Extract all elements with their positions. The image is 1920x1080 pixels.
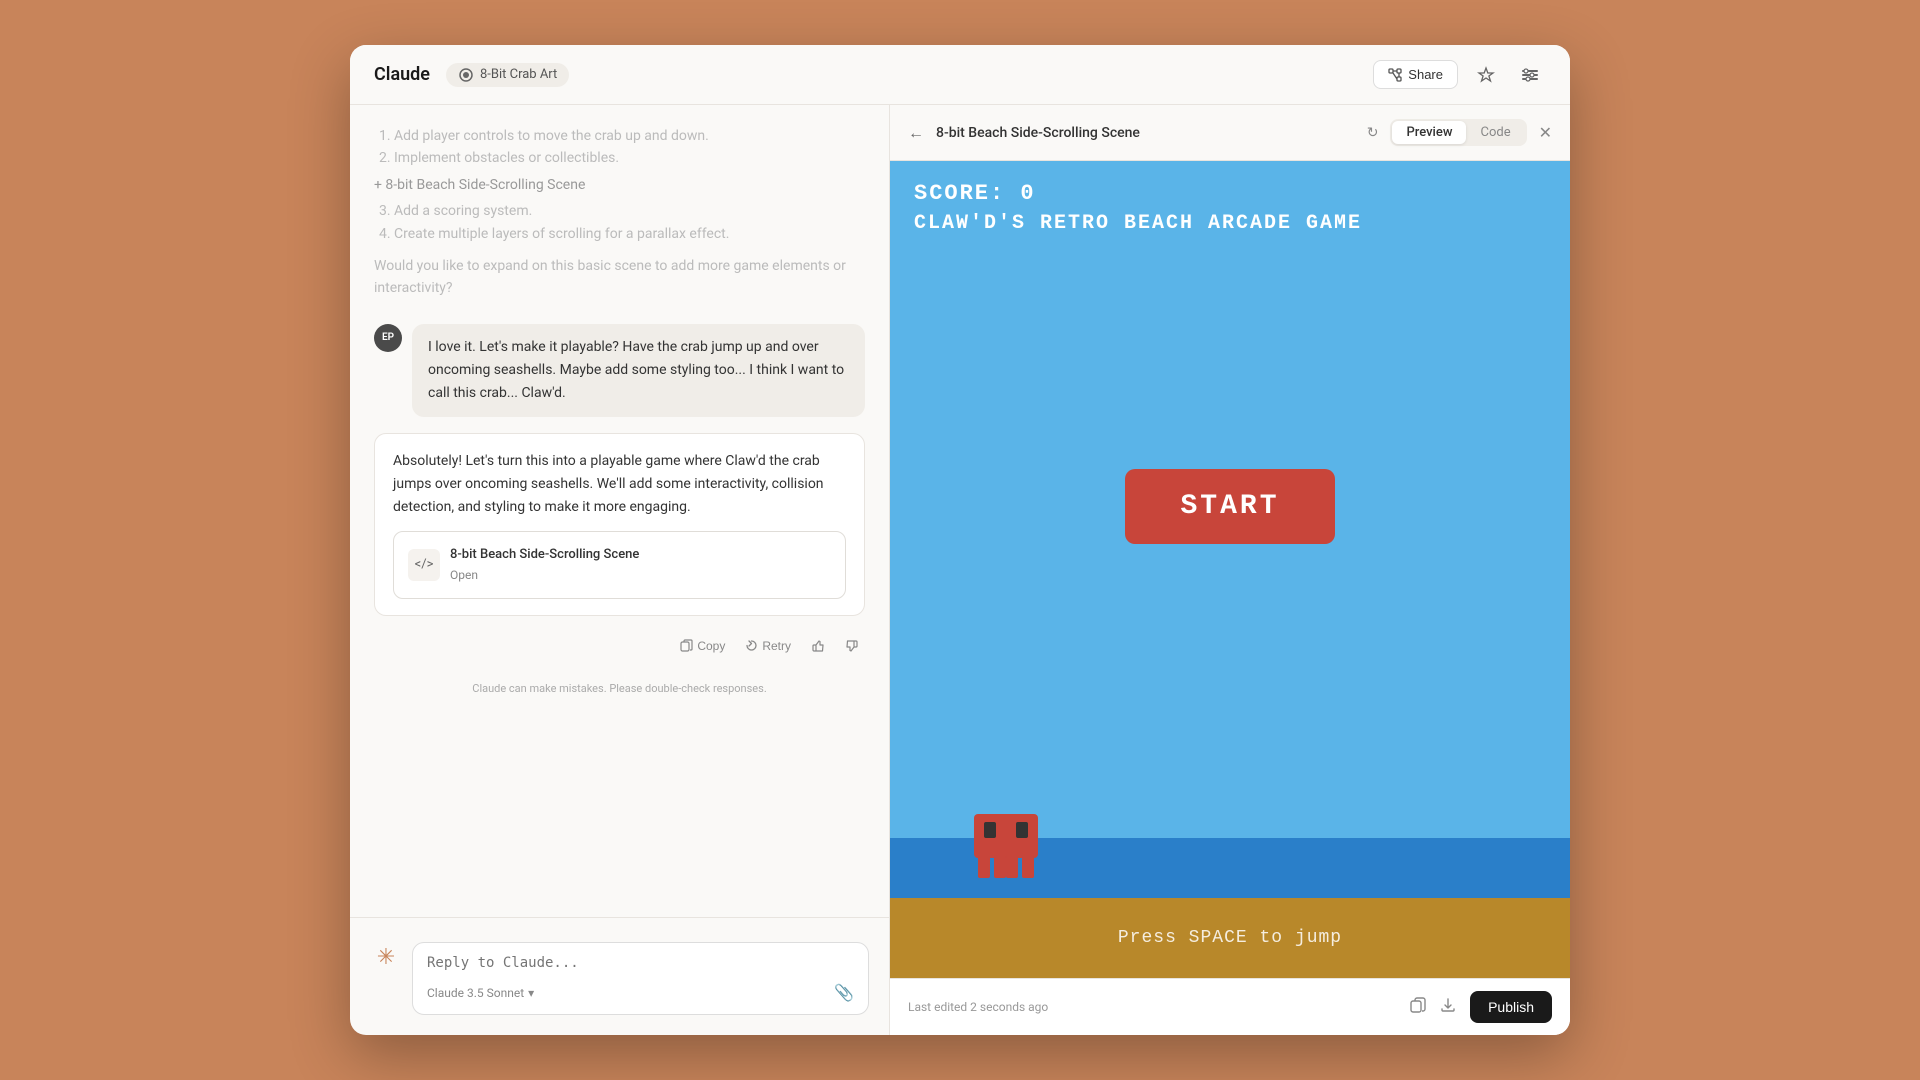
share-label: Share bbox=[1408, 67, 1443, 82]
main-content: Add player controls to move the crab up … bbox=[350, 105, 1570, 1035]
faded-message: Add player controls to move the crab up … bbox=[374, 125, 865, 308]
thumbs-up-icon bbox=[811, 639, 825, 653]
last-edited-text: Last edited 2 seconds ago bbox=[908, 1000, 1048, 1014]
copy-label: Copy bbox=[697, 639, 725, 653]
artifact-title: 8-bit Beach Side-Scrolling Scene bbox=[450, 544, 831, 565]
attach-icon[interactable]: 📎 bbox=[834, 983, 854, 1002]
back-button[interactable]: ← bbox=[908, 123, 924, 143]
star-icon bbox=[1477, 66, 1495, 84]
press-space-label: Press SPACE to jump bbox=[890, 928, 1570, 948]
project-badge[interactable]: 8-Bit Crab Art bbox=[446, 63, 569, 87]
start-game-button[interactable]: START bbox=[1125, 469, 1334, 544]
crab-leg-2 bbox=[994, 856, 1006, 878]
reply-input[interactable] bbox=[427, 955, 854, 971]
model-selector[interactable]: Claude 3.5 Sonnet ▾ bbox=[427, 986, 534, 1000]
thumbs-down-icon bbox=[845, 639, 859, 653]
preview-header: ← 8-bit Beach Side-Scrolling Scene ↻ Pre… bbox=[890, 105, 1570, 161]
crab-leg-4 bbox=[1006, 856, 1018, 878]
copy-artifact-icon bbox=[1410, 997, 1426, 1013]
chat-panel: Add player controls to move the crab up … bbox=[350, 105, 890, 1035]
header-right: Share bbox=[1373, 59, 1546, 91]
preview-title: 8-bit Beach Side-Scrolling Scene bbox=[936, 125, 1355, 141]
copy-button[interactable]: Copy bbox=[674, 636, 731, 656]
faded-highlight: + 8-bit Beach Side-Scrolling Scene bbox=[374, 174, 865, 196]
tab-preview[interactable]: Preview bbox=[1392, 121, 1466, 144]
user-message-bubble: I love it. Let's make it playable? Have … bbox=[412, 324, 865, 417]
download-button[interactable] bbox=[1440, 997, 1456, 1018]
message-actions: Copy Retry bbox=[374, 632, 865, 660]
crab-eye-right bbox=[1016, 822, 1028, 838]
publish-button[interactable]: Publish bbox=[1470, 991, 1552, 1023]
retry-label: Retry bbox=[762, 639, 791, 653]
header: Claude 8-Bit Crab Art bbox=[350, 45, 1570, 105]
refresh-button[interactable]: ↻ bbox=[1367, 125, 1379, 141]
copy-artifact-button[interactable] bbox=[1410, 997, 1426, 1018]
faded-item-3: Add a scoring system. bbox=[394, 200, 865, 222]
download-icon bbox=[1440, 997, 1456, 1013]
settings-button[interactable] bbox=[1514, 59, 1546, 91]
model-chevron: ▾ bbox=[528, 986, 534, 1000]
game-title-text: CLAW'D'S RETRO BEACH ARCADE GAME bbox=[914, 212, 1546, 235]
game-center: START bbox=[890, 235, 1570, 778]
header-left: Claude 8-Bit Crab Art bbox=[374, 63, 569, 87]
project-icon bbox=[458, 67, 474, 83]
assistant-text: Absolutely! Let's turn this into a playa… bbox=[393, 450, 846, 519]
chat-messages: Add player controls to move the crab up … bbox=[350, 105, 889, 917]
assistant-message: Absolutely! Let's turn this into a playa… bbox=[374, 433, 865, 616]
crab-eye-left bbox=[984, 822, 996, 838]
share-button[interactable]: Share bbox=[1373, 60, 1458, 89]
artifact-subtitle: Open bbox=[450, 566, 831, 586]
pixel-crab-sprite bbox=[970, 814, 1042, 878]
input-footer: Claude 3.5 Sonnet ▾ 📎 bbox=[427, 983, 854, 1002]
app-window: Claude 8-Bit Crab Art bbox=[350, 45, 1570, 1035]
thumbs-up-button[interactable] bbox=[805, 636, 831, 656]
game-score: SCORE: 0 bbox=[914, 181, 1546, 206]
artifact-card[interactable]: </> 8-bit Beach Side-Scrolling Scene Ope… bbox=[393, 531, 846, 598]
faded-item-4: Create multiple layers of scrolling for … bbox=[394, 223, 865, 245]
bottom-row: ✳ Claude 3.5 Sonnet ▾ 📎 bbox=[370, 934, 869, 1015]
star-button[interactable] bbox=[1470, 59, 1502, 91]
tab-code[interactable]: Code bbox=[1466, 121, 1524, 144]
thumbs-down-button[interactable] bbox=[839, 636, 865, 656]
asterisk-icon: ✳ bbox=[377, 947, 395, 969]
faded-followup: Would you like to expand on this basic s… bbox=[374, 255, 865, 300]
game-preview: SCORE: 0 CLAW'D'S RETRO BEACH ARCADE GAM… bbox=[890, 161, 1570, 978]
input-wrapper: Claude 3.5 Sonnet ▾ 📎 bbox=[412, 942, 869, 1015]
retry-button[interactable]: Retry bbox=[739, 636, 797, 656]
input-box: Claude 3.5 Sonnet ▾ 📎 bbox=[412, 942, 869, 1015]
code-icon: </> bbox=[408, 549, 440, 581]
game-ground-area: Press SPACE to jump bbox=[890, 778, 1570, 978]
preview-panel: ← 8-bit Beach Side-Scrolling Scene ↻ Pre… bbox=[890, 105, 1570, 1035]
faded-item-1: Add player controls to move the crab up … bbox=[394, 125, 865, 147]
settings-icon bbox=[1521, 66, 1539, 84]
project-name: 8-Bit Crab Art bbox=[480, 67, 557, 82]
model-label: Claude 3.5 Sonnet bbox=[427, 986, 524, 1000]
app-logo: Claude bbox=[374, 64, 430, 85]
retry-icon bbox=[745, 639, 758, 652]
artifact-info: 8-bit Beach Side-Scrolling Scene Open bbox=[450, 544, 831, 585]
game-hud: SCORE: 0 CLAW'D'S RETRO BEACH ARCADE GAM… bbox=[890, 161, 1570, 235]
close-button[interactable]: ✕ bbox=[1539, 123, 1552, 142]
share-icon bbox=[1388, 68, 1402, 82]
preview-tabs: Preview Code bbox=[1390, 119, 1526, 146]
chat-input-area: ✳ Claude 3.5 Sonnet ▾ 📎 bbox=[350, 917, 889, 1035]
footer-actions: Publish bbox=[1410, 991, 1552, 1023]
claude-logo-icon: ✳ bbox=[370, 942, 402, 974]
preview-footer: Last edited 2 seconds ago bbox=[890, 978, 1570, 1035]
crab-character bbox=[970, 814, 1042, 878]
user-message-wrap: EP I love it. Let's make it playable? Ha… bbox=[374, 324, 865, 417]
faded-item-2: Implement obstacles or collectibles. bbox=[394, 147, 865, 169]
crab-leg-3 bbox=[1022, 856, 1034, 878]
crab-leg-1 bbox=[978, 856, 990, 878]
disclaimer: Claude can make mistakes. Please double-… bbox=[374, 676, 865, 707]
user-avatar-ep: EP bbox=[374, 324, 402, 352]
copy-icon bbox=[680, 639, 693, 652]
